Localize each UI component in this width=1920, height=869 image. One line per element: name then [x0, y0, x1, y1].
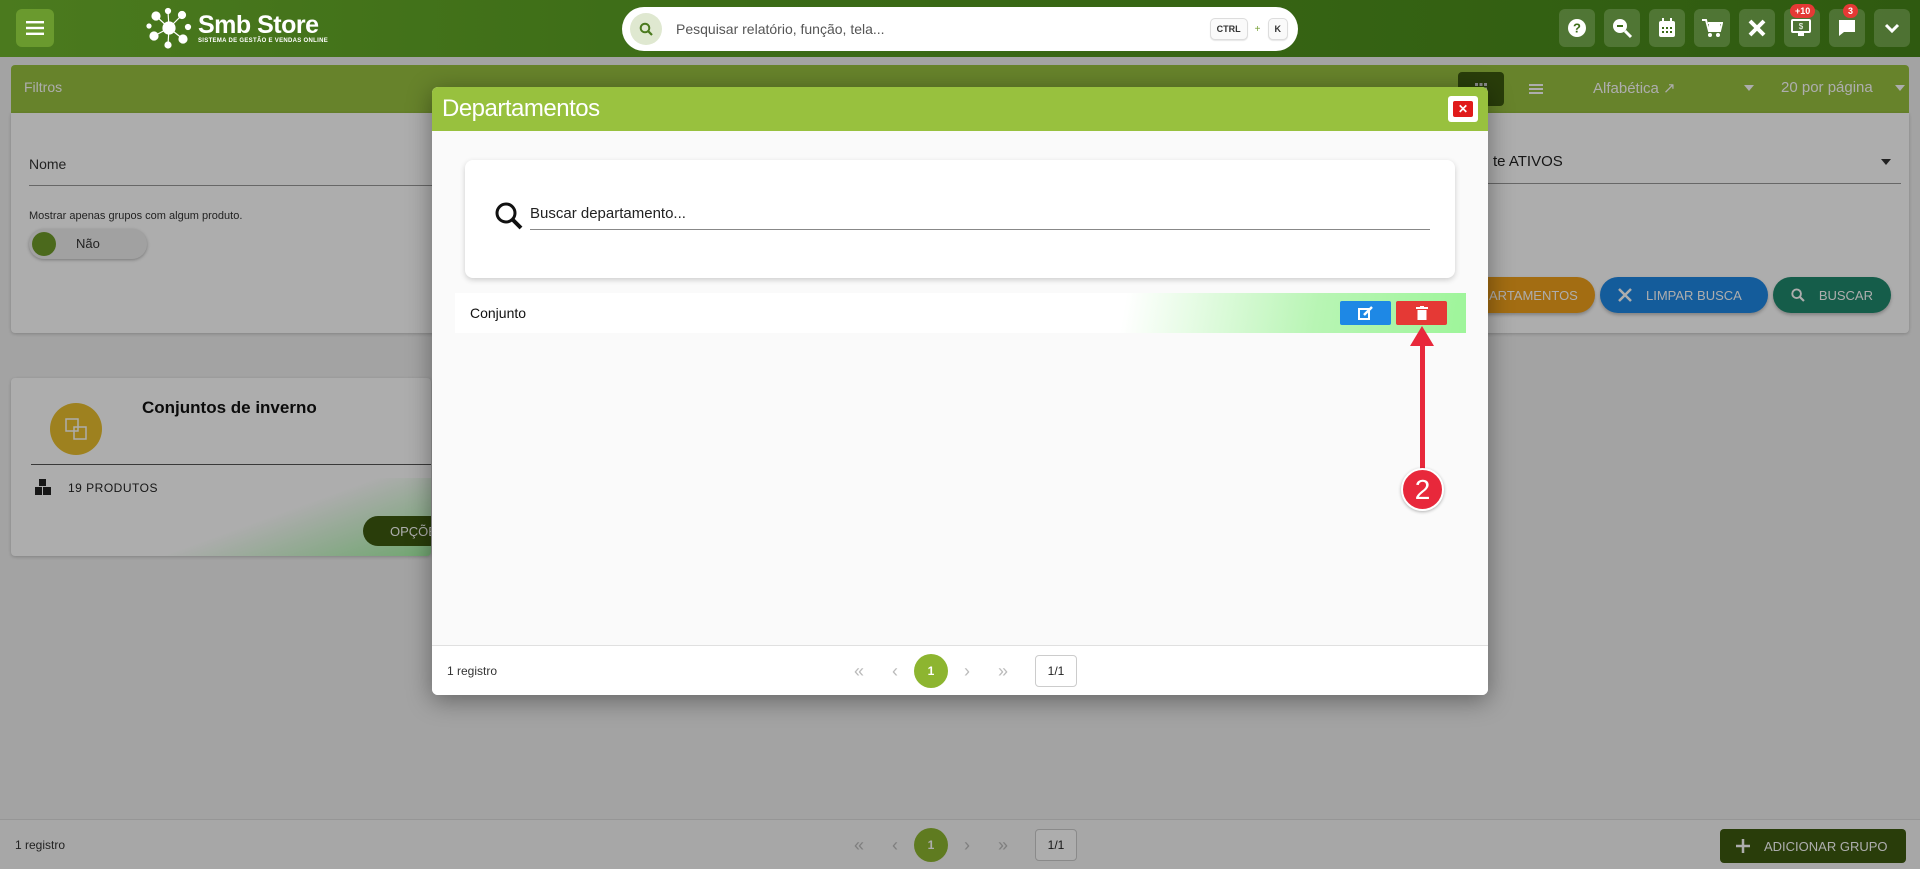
- list-item[interactable]: Conjunto: [455, 293, 1466, 333]
- chat-badge: 3: [1843, 4, 1859, 18]
- shortcut-ctrl: CTRL: [1209, 18, 1248, 40]
- logo-network-icon: [146, 7, 192, 49]
- modal-pagination: « ‹ 1 › » 1/1: [841, 654, 1077, 688]
- prev-page-button[interactable]: ‹: [877, 661, 913, 682]
- modal-header: Departamentos ✕: [432, 87, 1488, 131]
- department-search-card: [465, 160, 1455, 278]
- monitor-button[interactable]: $ +10: [1784, 4, 1820, 47]
- shortcut-k: K: [1267, 18, 1288, 40]
- edit-icon: [1357, 306, 1373, 320]
- tools-icon: [1748, 19, 1766, 37]
- search-icon: [495, 202, 523, 230]
- brand-subtitle: SISTEMA DE GESTÃO E VENDAS ONLINE: [198, 38, 329, 44]
- menu-button[interactable]: [16, 9, 54, 47]
- annotation-arrow-line: [1420, 338, 1425, 470]
- top-bar: Smb Store SISTEMA DE GESTÃO E VENDAS ONL…: [0, 0, 1920, 57]
- modal-close-button[interactable]: ✕: [1448, 96, 1478, 122]
- tools-button[interactable]: [1739, 9, 1775, 47]
- department-search-input[interactable]: [530, 205, 1430, 230]
- user-menu-button[interactable]: [1874, 9, 1910, 47]
- global-search-input[interactable]: Pesquisar relatório, função, tela...: [676, 21, 1210, 37]
- next-page-button[interactable]: ›: [949, 661, 985, 682]
- calendar-icon: [1659, 18, 1675, 37]
- zoom-search-icon: [1613, 19, 1633, 39]
- help-button[interactable]: ?: [1559, 9, 1595, 47]
- global-search[interactable]: Pesquisar relatório, função, tela... CTR…: [622, 7, 1298, 51]
- department-name: Conjunto: [470, 305, 527, 321]
- chat-icon: [1839, 20, 1855, 36]
- edit-button[interactable]: [1340, 301, 1391, 325]
- page-box[interactable]: 1/1: [1035, 655, 1077, 687]
- monitor-icon: $: [1791, 19, 1811, 36]
- calendar-button[interactable]: [1649, 9, 1685, 47]
- monitor-badge: +10: [1790, 4, 1816, 18]
- close-icon: ✕: [1453, 101, 1473, 117]
- svg-text:?: ?: [1573, 21, 1581, 36]
- zoom-search-button[interactable]: [1604, 9, 1640, 47]
- trash-icon: [1415, 306, 1428, 320]
- current-page[interactable]: 1: [914, 654, 948, 688]
- brand-title: Smb Store: [198, 11, 319, 39]
- modal-footer: 1 registro « ‹ 1 › » 1/1: [432, 645, 1488, 695]
- last-page-button[interactable]: »: [985, 661, 1021, 682]
- delete-button[interactable]: [1396, 301, 1447, 325]
- modal-records-count: 1 registro: [447, 664, 498, 678]
- departments-modal: Departamentos ✕ Conjunto 1 registro « ‹ …: [432, 87, 1488, 695]
- modal-title: Departamentos: [442, 95, 600, 122]
- shortcut-plus: +: [1254, 23, 1261, 35]
- cart-button[interactable]: [1694, 9, 1730, 47]
- search-icon: [630, 13, 662, 45]
- hamburger-icon: [26, 21, 44, 35]
- first-page-button[interactable]: «: [841, 661, 877, 682]
- annotation-step-marker: 2: [1401, 468, 1444, 511]
- chat-button[interactable]: 3: [1829, 4, 1865, 47]
- brand-logo[interactable]: Smb Store SISTEMA DE GESTÃO E VENDAS ONL…: [146, 6, 328, 50]
- cart-icon: [1702, 19, 1723, 37]
- svg-text:$: $: [1799, 22, 1804, 31]
- chevron-down-icon: [1884, 23, 1900, 33]
- help-icon: ?: [1568, 19, 1586, 37]
